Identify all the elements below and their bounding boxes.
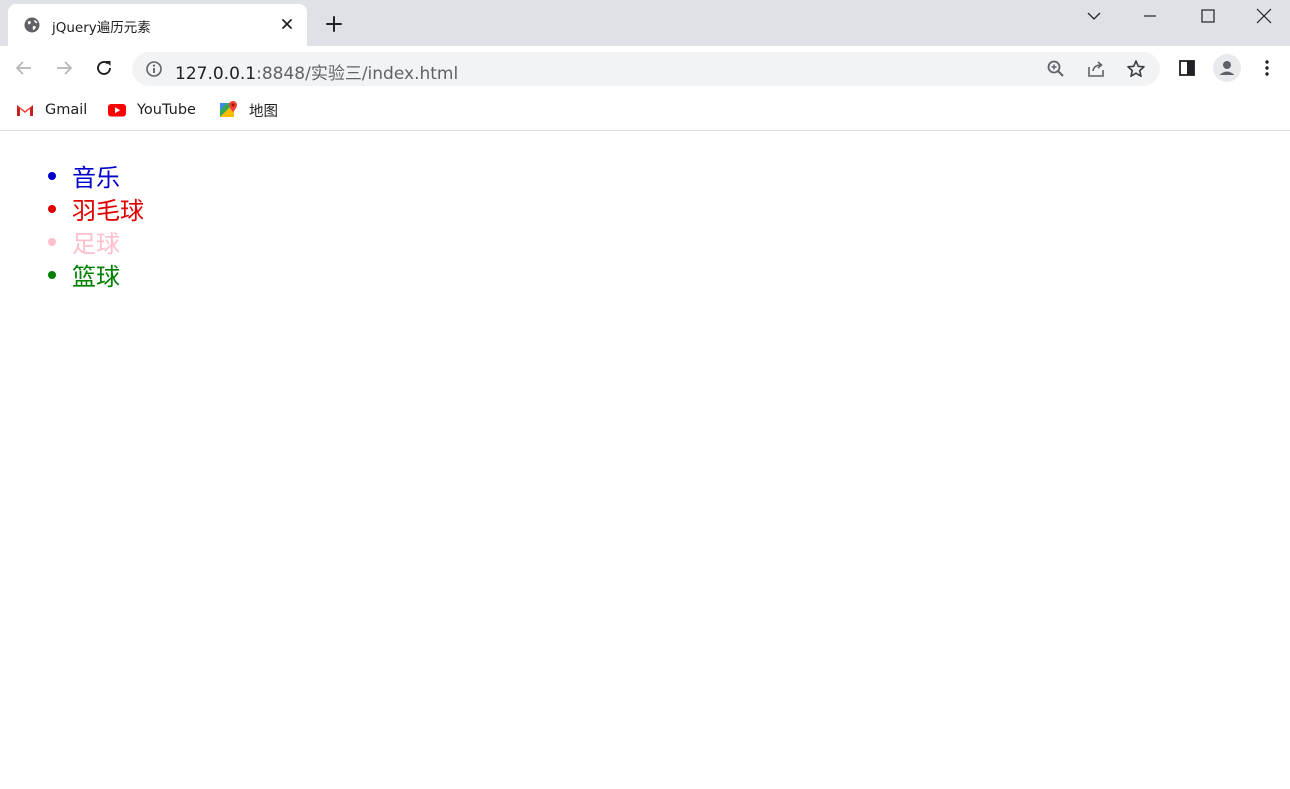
side-panel-button[interactable] — [1175, 56, 1199, 80]
close-window-icon — [1256, 8, 1272, 24]
reload-button[interactable] — [92, 56, 116, 80]
list-item-label: 羽毛球 — [72, 197, 144, 225]
menu-button[interactable] — [1255, 56, 1279, 80]
bullet — [48, 204, 56, 213]
maps-icon — [220, 101, 237, 117]
address-bar[interactable]: 127.0.0.1:8848/实验三/index.html — [132, 52, 1160, 86]
close-icon[interactable] — [278, 15, 296, 33]
minimize-icon — [1144, 15, 1156, 17]
forward-button[interactable] — [52, 56, 76, 80]
url-text[interactable]: 127.0.0.1:8848/实验三/index.html — [175, 59, 458, 84]
youtube-icon — [108, 104, 126, 117]
tab-search-button[interactable] — [1066, 0, 1122, 32]
tab-strip: jQuery遍历元素 — [0, 0, 1290, 46]
zoom-icon[interactable] — [1046, 59, 1066, 79]
tab-title: jQuery遍历元素 — [52, 20, 151, 36]
list-item: 足球 — [48, 225, 144, 258]
bookmark-label: YouTube — [137, 102, 196, 118]
avatar-icon — [1213, 54, 1241, 82]
list-item: 羽毛球 — [48, 192, 144, 225]
bookmark-gmail[interactable]: Gmail — [16, 99, 87, 121]
active-tab[interactable]: jQuery遍历元素 — [8, 4, 307, 46]
list-item: 音乐 — [48, 159, 144, 192]
bullet — [48, 237, 56, 246]
hobby-list: 音乐 羽毛球 足球 篮球 — [48, 159, 144, 291]
bookmarks-bar: Gmail YouTube 地图 — [0, 90, 1290, 131]
bookmark-youtube[interactable]: YouTube — [108, 99, 196, 121]
arrow-right-icon — [57, 61, 73, 75]
new-tab-icon[interactable] — [324, 14, 344, 34]
minimize-button[interactable] — [1122, 0, 1178, 32]
side-panel-icon — [1179, 60, 1195, 76]
chevron-down-icon — [1087, 12, 1101, 20]
profile-button[interactable] — [1213, 54, 1241, 82]
back-button[interactable] — [12, 56, 36, 80]
page-content: 音乐 羽毛球 足球 篮球 — [0, 132, 1290, 789]
globe-icon — [24, 17, 40, 33]
share-icon[interactable] — [1086, 59, 1106, 79]
url-path: :8848/实验三/index.html — [256, 64, 459, 84]
browser-toolbar: 127.0.0.1:8848/实验三/index.html — [0, 46, 1290, 90]
maximize-button[interactable] — [1180, 0, 1236, 32]
reload-icon — [97, 61, 111, 75]
bullet — [48, 171, 56, 180]
gmail-icon — [17, 105, 33, 116]
bookmark-label: 地图 — [249, 103, 278, 120]
bullet — [48, 270, 56, 279]
url-host: 127.0.0.1 — [175, 64, 257, 84]
list-item-label: 足球 — [72, 230, 120, 258]
star-icon[interactable] — [1126, 59, 1146, 79]
list-item-label: 篮球 — [72, 263, 120, 291]
maximize-icon — [1201, 9, 1215, 23]
arrow-left-icon — [15, 61, 31, 75]
info-icon[interactable] — [145, 60, 163, 78]
bookmark-maps[interactable]: 地图 — [220, 99, 278, 121]
more-vert-icon — [1265, 60, 1269, 76]
list-item-label: 音乐 — [72, 164, 120, 192]
bookmark-label: Gmail — [45, 102, 88, 118]
close-window-button[interactable] — [1236, 0, 1290, 32]
list-item: 篮球 — [48, 258, 144, 291]
